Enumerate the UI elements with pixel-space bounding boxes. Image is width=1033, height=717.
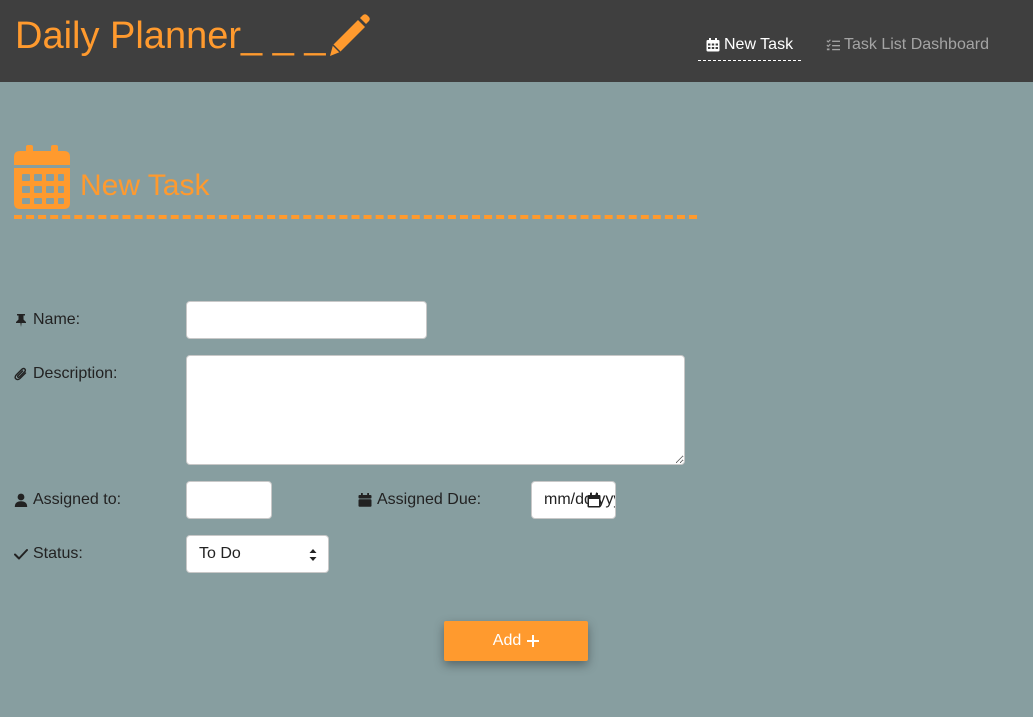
page-title: New Task xyxy=(80,169,210,202)
name-label-text: Name: xyxy=(33,311,81,328)
assigned-to-label-text: Assigned to: xyxy=(33,491,122,508)
status-selected-value: To Do xyxy=(199,545,241,562)
top-navbar: Daily Planner_ _ _ New Task Task List Da… xyxy=(0,0,1033,82)
description-label-text: Description: xyxy=(33,365,118,382)
assigned-to-label: Assigned to: xyxy=(14,491,121,509)
name-label: Name: xyxy=(14,311,80,329)
heading-divider xyxy=(14,215,697,219)
description-label: Description: xyxy=(14,365,117,383)
paperclip-icon xyxy=(14,367,27,381)
assigned-due-label: Assigned Due: xyxy=(358,491,481,509)
status-label-text: Status: xyxy=(33,545,83,562)
checklist-icon xyxy=(826,39,840,51)
calendar-icon xyxy=(14,145,70,209)
date-placeholder: mm/dd/yyyy xyxy=(544,491,615,508)
add-button-label: Add xyxy=(492,632,522,649)
thumbtack-icon xyxy=(16,314,26,327)
assigned-due-date-input[interactable]: mm/dd/yyyy xyxy=(531,481,616,519)
assigned-due-label-text: Assigned Due: xyxy=(377,491,482,508)
calendar-icon xyxy=(358,493,372,507)
user-icon xyxy=(14,493,28,507)
check-icon xyxy=(14,549,28,560)
add-task-button[interactable]: Add xyxy=(444,621,588,661)
plus-icon xyxy=(527,635,540,647)
calendar-grid-icon xyxy=(706,37,720,51)
nav-task-list-dashboard[interactable]: Task List Dashboard xyxy=(826,29,989,61)
name-input[interactable] xyxy=(186,301,427,339)
nav-task-list-dashboard-label: Task List Dashboard xyxy=(844,36,989,53)
nav-new-task-label: New Task xyxy=(724,35,794,53)
status-label: Status: xyxy=(14,545,83,563)
page-heading: New Task xyxy=(14,145,210,209)
select-arrows-icon xyxy=(309,549,317,561)
status-select[interactable]: To Do xyxy=(186,535,329,573)
main-nav: New Task Task List Dashboard xyxy=(0,29,1033,65)
assigned-to-input[interactable] xyxy=(186,481,272,519)
calendar-picker-icon[interactable] xyxy=(587,493,601,508)
nav-new-task[interactable]: New Task xyxy=(698,29,801,61)
description-textarea[interactable] xyxy=(186,355,685,465)
